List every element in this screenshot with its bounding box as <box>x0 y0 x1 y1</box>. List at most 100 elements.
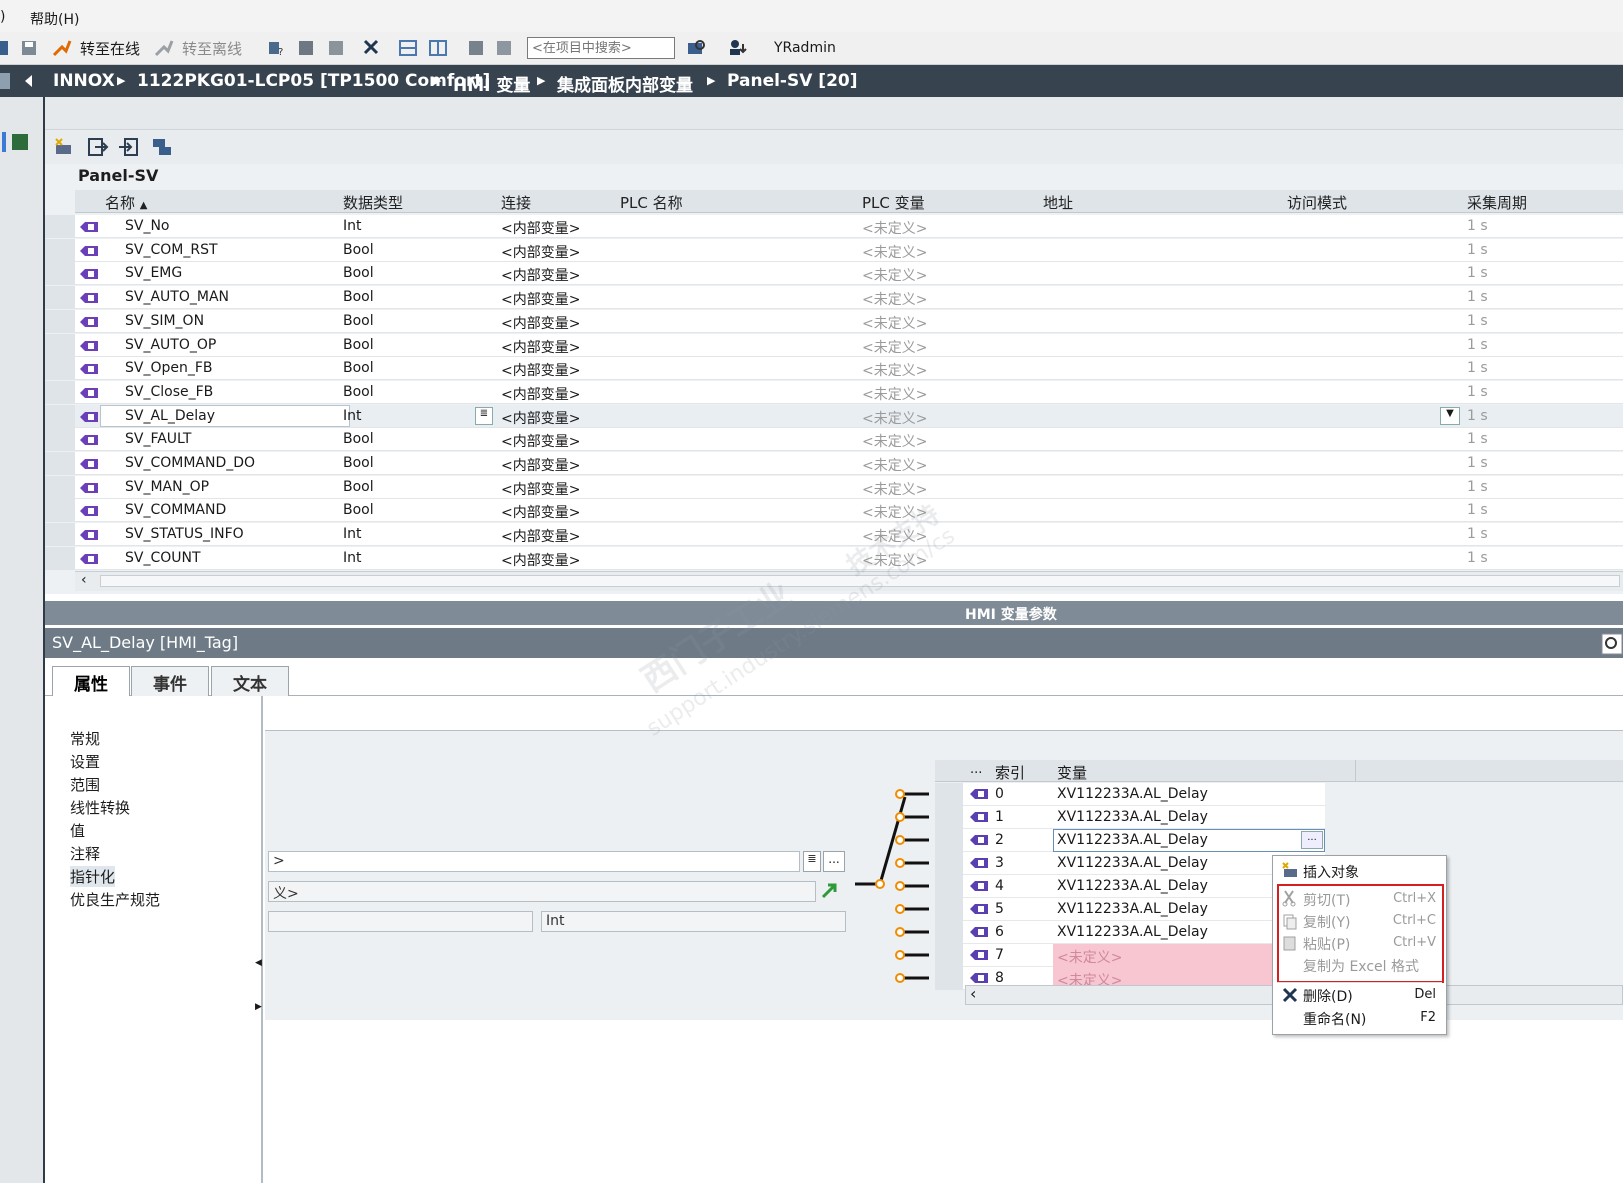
menu-help[interactable]: 帮助(H) <box>30 9 79 29</box>
cell-cycle[interactable]: 1 s <box>1467 408 1488 424</box>
cell-name[interactable]: SV_STATUS_INFO <box>125 526 244 542</box>
cell-name[interactable]: SV_MAN_OP <box>125 479 209 495</box>
row-selector[interactable] <box>935 806 963 829</box>
table-row[interactable]: SV_COM_RST Bool <内部变量> <未定义> 1 s <box>45 239 1623 262</box>
row-selector[interactable] <box>45 310 75 333</box>
cell-datatype[interactable]: Bool <box>343 242 374 258</box>
cell-datatype[interactable]: Int <box>343 218 362 234</box>
table-row[interactable]: SV_COUNT Int <内部变量> <未定义> 1 s <box>45 547 1623 570</box>
cell-connection[interactable]: <内部变量> <box>501 384 580 404</box>
cell-connection[interactable]: <内部变量> <box>501 550 580 570</box>
nav-item-linear-scaling[interactable]: 线性转换 <box>70 797 130 818</box>
column-header-plc-tag[interactable]: PLC 变量 <box>862 192 925 213</box>
table-row[interactable]: SV_Open_FB Bool <内部变量> <未定义> 1 s <box>45 357 1623 380</box>
scroll-left-icon[interactable]: ‹ <box>970 984 976 1003</box>
split-vertical-icon[interactable] <box>428 38 448 58</box>
cell-datatype[interactable]: Bool <box>343 289 374 305</box>
table-row[interactable]: SV_EMG Bool <内部变量> <未定义> 1 s <box>45 262 1623 285</box>
cell-plc-tag[interactable]: <未定义> <box>862 455 927 475</box>
index-header-more[interactable]: ... <box>970 762 982 777</box>
cell-name[interactable]: SV_No <box>125 218 170 234</box>
cell-cycle[interactable]: 1 s <box>1467 313 1488 329</box>
simulation-icon[interactable] <box>494 38 514 58</box>
user-icon[interactable] <box>728 38 748 58</box>
index-row[interactable]: 7 <未定义> <box>935 944 1325 967</box>
diagnostics-icon[interactable]: ? <box>266 38 286 58</box>
row-selector[interactable] <box>45 499 75 522</box>
index-tag-value[interactable]: XV112233A.AL_Delay <box>1057 832 1208 848</box>
cell-plc-tag[interactable]: <未定义> <box>862 550 927 570</box>
cell-cycle[interactable]: 1 s <box>1467 479 1488 495</box>
cell-plc-tag[interactable]: <未定义> <box>862 384 927 404</box>
cell-plc-tag[interactable]: <未定义> <box>862 408 927 428</box>
search-in-project-icon[interactable] <box>686 38 706 58</box>
cell-name[interactable]: SV_Close_FB <box>125 384 213 400</box>
cell-connection[interactable]: <内部变量> <box>501 360 580 380</box>
scroll-thumb[interactable] <box>100 575 1620 587</box>
menu-item-delete[interactable]: 删除(D) <box>1303 986 1353 1006</box>
table-row[interactable]: SV_COMMAND_DO Bool <内部变量> <未定义> 1 s <box>45 452 1623 475</box>
memory-card-icon[interactable] <box>466 38 486 58</box>
splitter-right-icon[interactable]: ▶ <box>255 1002 262 1012</box>
project-search-input[interactable] <box>527 37 675 59</box>
cell-connection[interactable]: <内部变量> <box>501 337 580 357</box>
menu-item-copy[interactable]: 复制(Y) <box>1303 912 1350 932</box>
cell-plc-tag[interactable]: <未定义> <box>862 218 927 238</box>
import-icon[interactable] <box>117 136 139 158</box>
project-tree-collapsed[interactable] <box>0 65 45 1183</box>
nav-item-comment[interactable]: 注释 <box>70 843 100 864</box>
cell-name[interactable]: SV_SIM_ON <box>125 313 204 329</box>
collapse-left-icon[interactable] <box>22 73 34 89</box>
cell-plc-tag[interactable]: <未定义> <box>862 337 927 357</box>
cell-cycle[interactable]: 1 s <box>1467 337 1488 353</box>
splitter-left-icon[interactable]: ◀ <box>255 958 262 968</box>
cell-name[interactable]: SV_COMMAND <box>125 502 226 518</box>
row-ellipsis-button[interactable]: ... <box>1301 831 1323 849</box>
index-tag-value[interactable]: XV112233A.AL_Delay <box>1057 809 1208 825</box>
row-selector[interactable] <box>935 921 963 944</box>
row-selector[interactable] <box>45 357 75 380</box>
cell-plc-tag[interactable]: <未定义> <box>862 265 927 285</box>
column-header-access-mode[interactable]: 访问模式 <box>1287 192 1347 213</box>
nav-item-range[interactable]: 范围 <box>70 774 100 795</box>
cell-cycle[interactable]: 1 s <box>1467 455 1488 471</box>
cell-connection[interactable]: <内部变量> <box>501 431 580 451</box>
cell-cycle[interactable]: 1 s <box>1467 550 1488 566</box>
table-row[interactable]: SV_Close_FB Bool <内部变量> <未定义> 1 s <box>45 381 1623 404</box>
cell-plc-tag[interactable]: <未定义> <box>862 526 927 546</box>
index-row[interactable]: 4 XV112233A.AL_Delay <box>935 875 1325 898</box>
breadcrumb-item-hmi-tags[interactable]: HMI 变量 <box>453 71 530 96</box>
nav-item-values[interactable]: 值 <box>70 820 85 841</box>
table-row[interactable]: SV_MAN_OP Bool <内部变量> <未定义> 1 s <box>45 476 1623 499</box>
list-picker-icon[interactable]: ≣ <box>803 851 821 872</box>
scroll-left-icon[interactable]: ‹ <box>81 572 87 588</box>
index-row[interactable]: 5 XV112233A.AL_Delay <box>935 898 1325 921</box>
column-header-address[interactable]: 地址 <box>1043 192 1073 213</box>
hmi-tag-params-bar[interactable]: HMI 变量参数 <box>45 601 1623 625</box>
zoom-icon[interactable] <box>1601 633 1623 655</box>
cell-name[interactable]: SV_COMMAND_DO <box>125 455 255 471</box>
table-row[interactable]: SV_No Int <内部变量> <未定义> 1 s <box>45 215 1623 238</box>
panel-toggle-icon[interactable] <box>0 73 10 89</box>
index-tag-value[interactable]: XV112233A.AL_Delay <box>1057 786 1208 802</box>
cell-datatype[interactable]: Bool <box>343 313 374 329</box>
cell-name[interactable]: SV_FAULT <box>125 431 191 447</box>
cell-datatype[interactable]: Bool <box>343 455 374 471</box>
breadcrumb-item-project[interactable]: INNOX <box>53 71 115 91</box>
row-selector[interactable] <box>935 875 963 898</box>
cell-plc-tag[interactable]: <未定义> <box>862 289 927 309</box>
cell-plc-tag[interactable]: <未定义> <box>862 431 927 451</box>
cell-datatype[interactable]: Bool <box>343 337 374 353</box>
index-row[interactable]: 0 XV112233A.AL_Delay <box>935 783 1325 806</box>
tab-texts[interactable]: 文本 <box>211 666 289 696</box>
cell-datatype[interactable]: Int <box>343 550 362 566</box>
add-tag-icon[interactable] <box>53 136 75 158</box>
tab-events[interactable]: 事件 <box>131 666 209 696</box>
table-row[interactable]: SV_SIM_ON Bool <内部变量> <未定义> 1 s <box>45 310 1623 333</box>
datatype-picker-icon[interactable]: ≣ <box>475 407 493 425</box>
column-header-acquisition-cycle[interactable]: 采集周期 <box>1467 192 1527 213</box>
row-selector[interactable] <box>45 452 75 475</box>
row-selector[interactable] <box>45 334 75 357</box>
index-header-tag[interactable]: 变量 <box>1057 762 1087 783</box>
menu-item-copy-excel[interactable]: 复制为 Excel 格式 <box>1303 956 1419 976</box>
